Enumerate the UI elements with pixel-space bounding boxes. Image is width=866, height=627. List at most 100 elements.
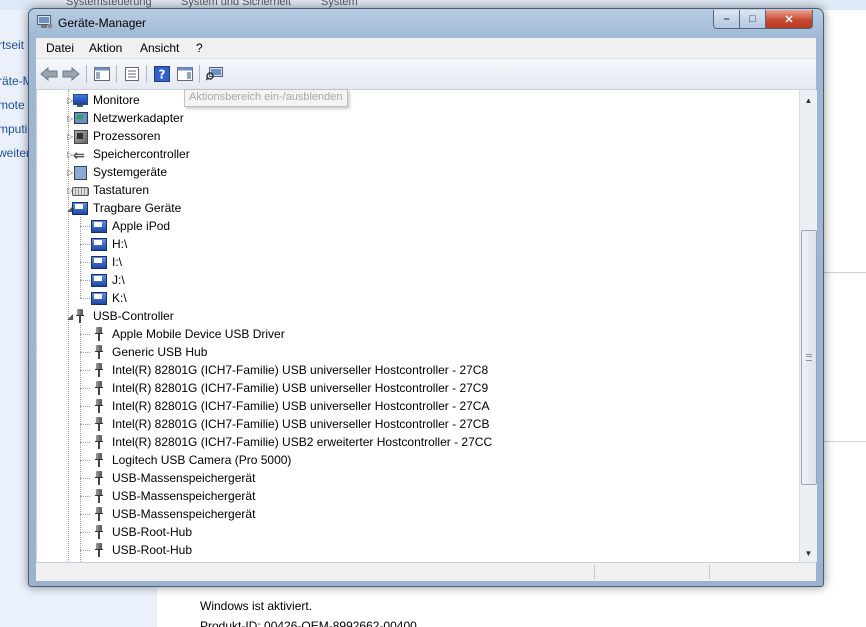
tree-item-label: Systemgeräte <box>93 165 168 179</box>
left-panel-link[interactable]: weiter <box>0 146 30 160</box>
tree-category[interactable]: Prozessoren <box>72 127 160 145</box>
tree-item-label: Logitech USB Camera (Pro 5000) <box>112 453 292 467</box>
tree-category-usb[interactable]: USB-Controller <box>72 307 174 325</box>
tree-connector <box>80 352 90 353</box>
scroll-up-icon[interactable]: ▲ <box>800 92 817 109</box>
tree-connector <box>80 325 81 562</box>
tree-device[interactable]: USB-Root-Hub <box>91 523 192 541</box>
tree-device[interactable]: Apple Mobile Device USB Driver <box>91 325 285 343</box>
tree-device[interactable]: Intel(R) 82801G (ICH7-Familie) USB unive… <box>91 379 488 397</box>
portable-device-icon <box>91 291 107 305</box>
scrollbar-thumb[interactable] <box>801 230 817 485</box>
tree-item-label: Tragbare Geräte <box>93 201 182 215</box>
tree-device[interactable]: I:\ <box>91 253 122 271</box>
tree-device[interactable]: USB-Massenspeichergerät <box>91 487 255 505</box>
toolbar-separator <box>146 65 147 83</box>
vertical-scrollbar[interactable]: ▲ ▼ <box>799 90 817 562</box>
tree-device[interactable]: Generic USB Hub <box>91 343 207 361</box>
activation-status: Windows ist aktiviert. <box>200 599 313 613</box>
tree-item-label: Apple Mobile Device USB Driver <box>112 327 285 341</box>
menu-bar: Datei Aktion Ansicht ? <box>36 38 816 59</box>
tree-category[interactable]: Monitore <box>72 91 140 109</box>
tree-device[interactable]: USB-Root-Hub <box>91 541 192 559</box>
device-tree[interactable]: ▷ Monitore ▷ Netzwerkadapter ▷ Prozessoren ▷ ⇐ S… <box>36 90 800 562</box>
usb-icon <box>91 399 107 413</box>
breadcrumb-item[interactable]: System <box>321 0 358 8</box>
title-bar[interactable]: Geräte-Manager – □ ✕ <box>29 9 823 35</box>
usb-icon <box>91 471 107 485</box>
tree-device[interactable]: J:\ <box>91 271 125 289</box>
status-divider <box>709 565 710 579</box>
close-button[interactable]: ✕ <box>765 10 813 29</box>
minimize-button[interactable]: – <box>713 10 740 29</box>
tree-connector <box>80 280 90 281</box>
tree-item-label: Intel(R) 82801G (ICH7-Familie) USB unive… <box>112 417 490 431</box>
tree-device[interactable]: USB-Massenspeichergerät <box>91 505 255 523</box>
scroll-down-icon[interactable]: ▼ <box>800 545 817 562</box>
tree-device[interactable]: Apple iPod <box>91 217 170 235</box>
left-panel-link[interactable]: rtseit <box>0 38 24 52</box>
window-title: Geräte-Manager <box>58 16 147 30</box>
maximize-button[interactable]: □ <box>739 10 766 29</box>
tooltip: Aktionsbereich ein-/ausblenden <box>184 89 348 107</box>
properties-icon[interactable] <box>123 66 141 82</box>
action-pane-icon[interactable] <box>176 66 194 82</box>
tree-item-label: Apple iPod <box>112 219 171 233</box>
tree-device[interactable]: H:\ <box>91 235 127 253</box>
tree-device[interactable]: Intel(R) 82801G (ICH7-Familie) USB2 erwe… <box>91 433 492 451</box>
tree-connector <box>80 370 90 371</box>
storage-controller-icon: ⇐ <box>73 147 85 163</box>
tree-connector <box>80 478 90 479</box>
tree-item-label: USB-Root-Hub <box>112 543 193 557</box>
usb-icon <box>91 453 107 467</box>
tree-device[interactable]: USB-Massenspeichergerät <box>91 469 255 487</box>
tree-category[interactable]: Netzwerkadapter <box>72 109 184 127</box>
console-tree-icon[interactable] <box>93 66 111 82</box>
breadcrumb-item[interactable]: Systemsteuerung <box>66 0 152 8</box>
tree-connector <box>68 90 69 562</box>
menu-aktion[interactable]: Aktion <box>89 41 122 55</box>
tree-item-label: Prozessoren <box>93 129 161 143</box>
close-icon: ✕ <box>784 13 794 26</box>
tree-device[interactable]: K:\ <box>91 289 127 307</box>
tree-connector <box>80 514 90 515</box>
scan-hardware-icon[interactable] <box>206 66 224 82</box>
usb-icon <box>91 435 107 449</box>
help-icon[interactable]: ? <box>153 66 171 82</box>
tree-device[interactable]: Intel(R) 82801G (ICH7-Familie) USB unive… <box>91 397 489 415</box>
tree-connector <box>80 226 90 227</box>
tree-item-label: Intel(R) 82801G (ICH7-Familie) USB2 erwe… <box>112 435 493 449</box>
usb-icon <box>72 309 88 323</box>
tree-item-label: USB-Massenspeichergerät <box>112 471 256 485</box>
back-icon[interactable] <box>40 66 58 82</box>
tree-category[interactable]: Systemgeräte <box>72 163 167 181</box>
tree-item-label: Intel(R) 82801G (ICH7-Familie) USB unive… <box>112 363 489 377</box>
usb-icon <box>91 327 107 341</box>
tree-connector <box>80 334 90 335</box>
usb-icon <box>91 345 107 359</box>
tree-device[interactable]: Intel(R) 82801G (ICH7-Familie) USB unive… <box>91 361 488 379</box>
tree-connector <box>80 460 90 461</box>
tree-item-label: USB-Massenspeichergerät <box>112 489 256 503</box>
tree-category-portable[interactable]: Tragbare Geräte <box>72 199 181 217</box>
divider <box>822 441 866 442</box>
tree-item-label: Netzwerkadapter <box>93 111 184 125</box>
tree-category[interactable]: ⇐ Speichercontroller <box>72 145 190 163</box>
breadcrumb-item[interactable]: System und Sicherheit <box>181 0 291 8</box>
left-panel-link[interactable]: mote <box>0 98 25 112</box>
menu-datei[interactable]: Datei <box>46 41 74 55</box>
minimize-icon: – <box>723 13 730 25</box>
left-panel-link[interactable]: mputi <box>0 122 27 136</box>
forward-icon[interactable] <box>62 66 80 82</box>
portable-device-icon <box>91 237 107 251</box>
tree-device[interactable]: Intel(R) 82801G (ICH7-Familie) USB unive… <box>91 415 489 433</box>
tree-device[interactable]: Logitech USB Camera (Pro 5000) <box>91 451 291 469</box>
portable-device-icon <box>91 255 107 269</box>
tree-connector <box>80 217 81 298</box>
system-device-icon <box>72 165 88 180</box>
menu-ansicht[interactable]: Ansicht <box>140 41 179 55</box>
monitor-icon <box>72 93 88 107</box>
menu-help[interactable]: ? <box>196 41 203 55</box>
tree-category[interactable]: Tastaturen <box>72 181 149 199</box>
tree-item-label: Intel(R) 82801G (ICH7-Familie) USB unive… <box>112 399 490 413</box>
